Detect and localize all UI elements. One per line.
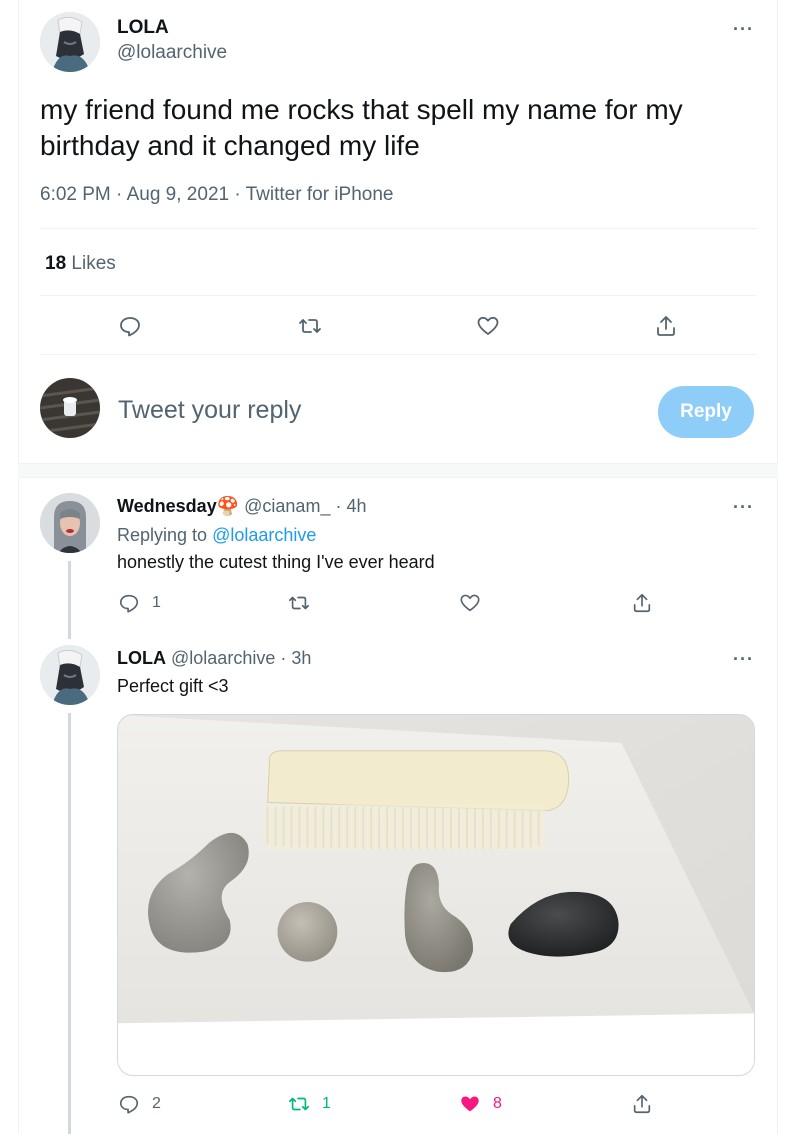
heart-icon <box>461 1096 479 1112</box>
reply-header: LOLA @lolaarchive · 3h <box>117 648 311 669</box>
divider <box>40 295 756 296</box>
reply-time[interactable]: · 3h <box>280 648 311 668</box>
reply-author-handle[interactable]: @cianam_ <box>244 496 330 516</box>
retweet-icon <box>289 596 309 610</box>
retweet-button[interactable] <box>288 592 310 614</box>
reply-icon <box>120 317 140 337</box>
attached-photo[interactable] <box>117 714 755 1076</box>
reply-text: honestly the cutest thing I've ever hear… <box>117 552 435 572</box>
thread-line <box>68 713 71 1134</box>
heart-icon <box>460 594 480 612</box>
share-button[interactable] <box>654 314 678 338</box>
like-button[interactable] <box>476 314 500 338</box>
like-count: 8 <box>493 1095 502 1112</box>
retweet-button[interactable]: 1 <box>288 1093 331 1115</box>
reply-icon <box>119 594 139 613</box>
reply-button[interactable]: 2 <box>118 1093 161 1115</box>
avatar-lola[interactable] <box>40 645 100 705</box>
author-name[interactable]: LOLA <box>117 17 169 39</box>
replying-to-handle[interactable]: @lolaarchive <box>212 525 316 545</box>
divider <box>40 228 756 229</box>
more-options-icon[interactable]: ··· <box>733 498 754 516</box>
heart-icon <box>477 316 499 335</box>
retweet-icon <box>299 319 321 333</box>
reply-button[interactable] <box>118 314 142 338</box>
reply-input[interactable]: Tweet your reply <box>118 396 301 425</box>
avatar-wednesday[interactable] <box>40 493 100 553</box>
reply-count: 1 <box>152 594 161 611</box>
retweet-icon <box>289 1097 309 1111</box>
section-separator <box>18 463 778 478</box>
reply-author-handle[interactable]: @lolaarchive <box>171 648 275 668</box>
replying-to-label: Replying to <box>117 525 208 545</box>
likes-count: 18 <box>45 253 67 274</box>
reply-button[interactable]: 1 <box>118 592 161 614</box>
share-icon <box>633 1094 651 1114</box>
reply-count: 2 <box>152 1095 161 1112</box>
likes-label: Likes <box>71 253 116 274</box>
avatar-lola[interactable] <box>40 12 100 72</box>
share-button[interactable] <box>631 1093 653 1115</box>
like-button[interactable] <box>459 592 481 614</box>
reply-text: Perfect gift <3 <box>117 676 229 696</box>
share-button[interactable] <box>631 592 653 614</box>
retweet-button[interactable] <box>298 314 322 338</box>
likes-summary[interactable]: 18 Likes <box>45 253 116 275</box>
avatar-current-user[interactable] <box>40 378 100 438</box>
reply-author-name[interactable]: LOLA <box>117 648 166 668</box>
divider <box>40 354 756 355</box>
reply-header: Wednesday🍄 @cianam_ · 4h <box>117 496 367 517</box>
author-handle[interactable]: @lolaarchive <box>117 42 227 64</box>
reply-time[interactable]: · 4h <box>335 496 366 516</box>
reply-icon <box>119 1095 139 1114</box>
share-icon <box>633 593 651 613</box>
tweet-meta[interactable]: 6:02 PM · Aug 9, 2021 · Twitter for iPho… <box>40 184 393 206</box>
replying-to: Replying to @lolaarchive <box>117 525 316 546</box>
thread-line <box>68 561 71 639</box>
more-options-icon[interactable]: ··· <box>733 650 754 668</box>
like-button[interactable]: 8 <box>459 1093 502 1115</box>
tweet-text: my friend found me rocks that spell my n… <box>40 94 683 161</box>
reply-submit-button[interactable]: Reply <box>658 386 754 438</box>
retweet-count: 1 <box>322 1095 331 1112</box>
share-icon <box>657 316 675 336</box>
reply-author-name[interactable]: Wednesday🍄 <box>117 496 239 516</box>
more-options-icon[interactable]: ··· <box>733 20 754 38</box>
